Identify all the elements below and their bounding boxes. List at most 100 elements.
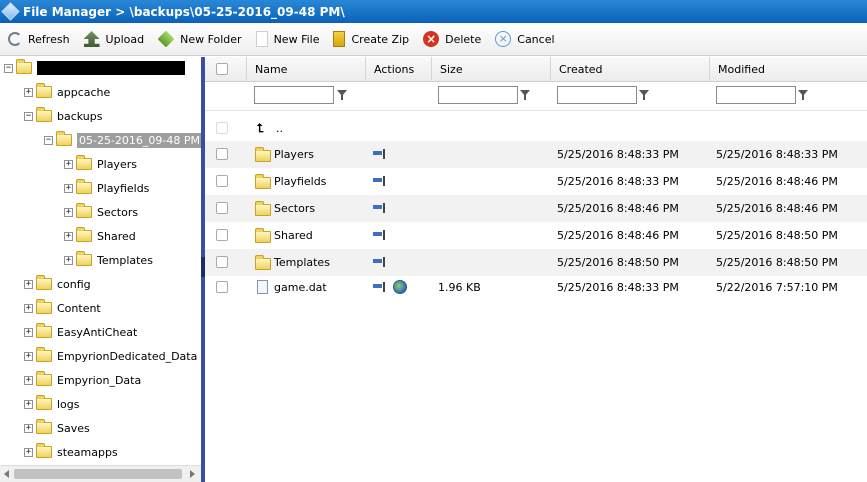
filter-icon[interactable] — [639, 90, 649, 100]
tree-node-playfields[interactable]: + Playfields — [64, 179, 149, 197]
folder-icon — [36, 371, 52, 386]
rename-icon[interactable] — [373, 282, 387, 292]
create-zip-label: Create Zip — [351, 32, 410, 46]
expand-icon[interactable]: + — [24, 303, 33, 313]
collapse-icon[interactable]: − — [4, 63, 13, 73]
new-folder-button[interactable]: New Folder — [157, 27, 242, 51]
filter-icon[interactable] — [520, 90, 530, 100]
create-zip-button[interactable]: Create Zip — [333, 27, 409, 51]
new-folder-icon — [157, 30, 175, 48]
rename-icon[interactable] — [373, 176, 387, 186]
row-name[interactable]: Templates — [274, 249, 330, 276]
tree-label: logs — [57, 397, 80, 411]
table-row[interactable]: Players 5/25/2016 8:48:33 PM 5/25/2016 8… — [205, 141, 867, 168]
tree-horizontal-scrollbar[interactable] — [0, 465, 201, 482]
delete-button[interactable]: × Delete — [423, 27, 481, 51]
cancel-button[interactable]: × Cancel — [495, 27, 555, 51]
modified-filter-input[interactable] — [716, 86, 796, 104]
tree-node-saves[interactable]: + Saves — [24, 419, 90, 437]
folder-icon — [255, 255, 271, 270]
row-checkbox[interactable] — [216, 148, 228, 160]
tree-node-dedicated-data[interactable]: + EmpyrionDedicated_Data — [24, 347, 197, 365]
tree-node-backups[interactable]: − backups — [24, 107, 103, 125]
row-name[interactable]: Shared — [274, 222, 313, 249]
name-filter-input[interactable] — [254, 86, 334, 104]
tree-node-steamapps[interactable]: + steamapps — [24, 443, 118, 461]
row-name[interactable]: Sectors — [274, 195, 315, 222]
select-all-checkbox[interactable] — [216, 63, 228, 75]
tree-node-content[interactable]: + Content — [24, 299, 101, 317]
new-folder-label: New Folder — [180, 32, 242, 46]
expand-icon[interactable]: + — [64, 159, 73, 169]
tree-node-templates[interactable]: + Templates — [64, 251, 153, 269]
expand-icon[interactable]: + — [24, 423, 33, 433]
table-row[interactable]: game.dat 1.96 KB 5/25/2016 8:48:33 PM 5/… — [205, 274, 867, 301]
scroll-left-icon[interactable] — [4, 470, 9, 478]
select-all-cell — [205, 57, 247, 82]
row-checkbox[interactable] — [216, 122, 228, 134]
row-checkbox[interactable] — [216, 256, 228, 268]
refresh-icon — [8, 32, 22, 46]
tree-node-config[interactable]: + config — [24, 275, 91, 293]
folder-icon — [76, 203, 92, 218]
collapse-icon[interactable]: − — [44, 135, 53, 145]
tree-node-sectors[interactable]: + Sectors — [64, 203, 138, 221]
tree-node-empyrion-data[interactable]: + Empyrion_Data — [24, 371, 141, 389]
table-row[interactable]: Templates 5/25/2016 8:48:50 PM 5/25/2016… — [205, 249, 867, 276]
table-row[interactable]: Playfields 5/25/2016 8:48:33 PM 5/25/201… — [205, 168, 867, 195]
row-checkbox[interactable] — [216, 281, 228, 293]
expand-icon[interactable]: + — [64, 255, 73, 265]
refresh-button[interactable]: Refresh — [8, 27, 70, 51]
table-row-up[interactable]: ⮤ .. — [205, 115, 867, 142]
size-filter-input[interactable] — [438, 86, 518, 104]
row-checkbox[interactable] — [216, 202, 228, 214]
new-file-button[interactable]: New File — [255, 27, 319, 51]
tree-node-appcache[interactable]: + appcache — [24, 83, 110, 101]
column-header-created[interactable]: Created — [551, 57, 710, 82]
expand-icon[interactable]: + — [24, 351, 33, 361]
expand-icon[interactable]: + — [24, 327, 33, 337]
row-name[interactable]: game.dat — [274, 274, 327, 301]
globe-icon[interactable] — [393, 280, 407, 294]
row-created: 5/25/2016 8:48:46 PM — [557, 229, 679, 242]
tree-node-easyanticheat[interactable]: + EasyAntiCheat — [24, 323, 137, 341]
filter-icon[interactable] — [337, 90, 347, 100]
expand-icon[interactable]: + — [64, 207, 73, 217]
upload-icon — [83, 31, 100, 47]
expand-icon[interactable]: + — [64, 231, 73, 241]
rename-icon[interactable] — [373, 230, 387, 240]
expand-icon[interactable]: + — [64, 183, 73, 193]
tree-label: config — [57, 277, 91, 291]
tree-node-logs[interactable]: + logs — [24, 395, 80, 413]
expand-icon[interactable]: + — [24, 279, 33, 289]
row-checkbox[interactable] — [216, 175, 228, 187]
tree-node-players[interactable]: + Players — [64, 155, 137, 173]
scrollbar-thumb[interactable] — [14, 469, 182, 479]
table-row[interactable]: Shared 5/25/2016 8:48:46 PM 5/25/2016 8:… — [205, 222, 867, 249]
rename-icon[interactable] — [373, 203, 387, 213]
column-header-name[interactable]: Name — [247, 57, 366, 82]
tree-node-root[interactable]: − — [4, 59, 185, 77]
row-name[interactable]: Playfields — [274, 168, 326, 195]
column-header-actions[interactable]: Actions — [366, 57, 432, 82]
tree-node-selected-backup[interactable]: − 05-25-2016_09-48 PM — [44, 131, 201, 149]
expand-icon[interactable]: + — [24, 399, 33, 409]
tree-label: Sectors — [97, 205, 139, 219]
column-header-modified[interactable]: Modified — [710, 57, 867, 82]
table-row[interactable]: Sectors 5/25/2016 8:48:46 PM 5/25/2016 8… — [205, 195, 867, 222]
column-header-size[interactable]: Size — [432, 57, 551, 82]
rename-icon[interactable] — [373, 149, 387, 159]
rename-icon[interactable] — [373, 257, 387, 267]
filter-icon[interactable] — [798, 90, 808, 100]
expand-icon[interactable]: + — [24, 447, 33, 457]
folder-icon — [76, 179, 92, 194]
collapse-icon[interactable]: − — [24, 111, 33, 121]
row-name[interactable]: Players — [274, 141, 314, 168]
created-filter-input[interactable] — [557, 86, 637, 104]
expand-icon[interactable]: + — [24, 375, 33, 385]
expand-icon[interactable]: + — [24, 87, 33, 97]
row-checkbox[interactable] — [216, 229, 228, 241]
tree-node-shared[interactable]: + Shared — [64, 227, 136, 245]
scroll-right-icon[interactable] — [190, 470, 195, 478]
upload-button[interactable]: Upload — [83, 27, 144, 51]
